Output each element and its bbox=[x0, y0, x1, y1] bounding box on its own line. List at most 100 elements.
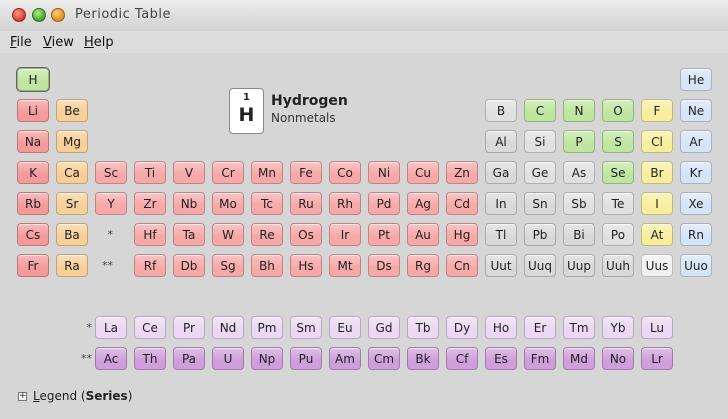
element-s[interactable]: S bbox=[602, 130, 634, 153]
element-rh[interactable]: Rh bbox=[329, 192, 361, 215]
element-po[interactable]: Po bbox=[602, 223, 634, 246]
legend-expand-toggle[interactable]: + bbox=[18, 392, 27, 401]
element-ac[interactable]: Ac bbox=[95, 347, 127, 370]
element-mt[interactable]: Mt bbox=[329, 254, 361, 277]
element-lr[interactable]: Lr bbox=[641, 347, 673, 370]
element-pr[interactable]: Pr bbox=[173, 316, 205, 339]
element-al[interactable]: Al bbox=[485, 130, 517, 153]
element-se[interactable]: Se bbox=[602, 161, 634, 184]
element-fe[interactable]: Fe bbox=[290, 161, 322, 184]
element-f[interactable]: F bbox=[641, 99, 673, 122]
element-ge[interactable]: Ge bbox=[524, 161, 556, 184]
element-ca[interactable]: Ca bbox=[56, 161, 88, 184]
element-uuh[interactable]: Uuh bbox=[602, 254, 634, 277]
element-sg[interactable]: Sg bbox=[212, 254, 244, 277]
element-hg[interactable]: Hg bbox=[446, 223, 478, 246]
element-la[interactable]: La bbox=[95, 316, 127, 339]
menu-help[interactable]: Help bbox=[84, 35, 114, 50]
element-mo[interactable]: Mo bbox=[212, 192, 244, 215]
element-ta[interactable]: Ta bbox=[173, 223, 205, 246]
element-co[interactable]: Co bbox=[329, 161, 361, 184]
element-in[interactable]: In bbox=[485, 192, 517, 215]
element-ho[interactable]: Ho bbox=[485, 316, 517, 339]
element-k[interactable]: K bbox=[17, 161, 49, 184]
element-br[interactable]: Br bbox=[641, 161, 673, 184]
element-cf[interactable]: Cf bbox=[446, 347, 478, 370]
element-ti[interactable]: Ti bbox=[134, 161, 166, 184]
element-sm[interactable]: Sm bbox=[290, 316, 322, 339]
element-ds[interactable]: Ds bbox=[368, 254, 400, 277]
element-cu[interactable]: Cu bbox=[407, 161, 439, 184]
element-hf[interactable]: Hf bbox=[134, 223, 166, 246]
element-no[interactable]: No bbox=[602, 347, 634, 370]
element-pd[interactable]: Pd bbox=[368, 192, 400, 215]
element-dy[interactable]: Dy bbox=[446, 316, 478, 339]
element-u[interactable]: U bbox=[212, 347, 244, 370]
element-ne[interactable]: Ne bbox=[680, 99, 712, 122]
element-er[interactable]: Er bbox=[524, 316, 556, 339]
element-b[interactable]: B bbox=[485, 99, 517, 122]
element-o[interactable]: O bbox=[602, 99, 634, 122]
element-uus[interactable]: Uus bbox=[641, 254, 673, 277]
element-re[interactable]: Re bbox=[251, 223, 283, 246]
element-na[interactable]: Na bbox=[17, 130, 49, 153]
element-bi[interactable]: Bi bbox=[563, 223, 595, 246]
element-si[interactable]: Si bbox=[524, 130, 556, 153]
element-au[interactable]: Au bbox=[407, 223, 439, 246]
zoom-window-button[interactable] bbox=[51, 8, 65, 22]
element-sn[interactable]: Sn bbox=[524, 192, 556, 215]
element-ce[interactable]: Ce bbox=[134, 316, 166, 339]
element-pb[interactable]: Pb bbox=[524, 223, 556, 246]
element-c[interactable]: C bbox=[524, 99, 556, 122]
element-ga[interactable]: Ga bbox=[485, 161, 517, 184]
element-uuo[interactable]: Uuo bbox=[680, 254, 712, 277]
element-am[interactable]: Am bbox=[329, 347, 361, 370]
element-y[interactable]: Y bbox=[95, 192, 127, 215]
element-uuq[interactable]: Uuq bbox=[524, 254, 556, 277]
element-sc[interactable]: Sc bbox=[95, 161, 127, 184]
element-os[interactable]: Os bbox=[290, 223, 322, 246]
element-lu[interactable]: Lu bbox=[641, 316, 673, 339]
element-db[interactable]: Db bbox=[173, 254, 205, 277]
element-cm[interactable]: Cm bbox=[368, 347, 400, 370]
close-window-button[interactable] bbox=[12, 8, 26, 22]
element-rn[interactable]: Rn bbox=[680, 223, 712, 246]
element-fm[interactable]: Fm bbox=[524, 347, 556, 370]
element-uut[interactable]: Uut bbox=[485, 254, 517, 277]
element-eu[interactable]: Eu bbox=[329, 316, 361, 339]
element-n[interactable]: N bbox=[563, 99, 595, 122]
element-tm[interactable]: Tm bbox=[563, 316, 595, 339]
menu-file[interactable]: File bbox=[10, 35, 32, 50]
element-cn[interactable]: Cn bbox=[446, 254, 478, 277]
element-ag[interactable]: Ag bbox=[407, 192, 439, 215]
element-cd[interactable]: Cd bbox=[446, 192, 478, 215]
menu-view[interactable]: View bbox=[43, 35, 74, 50]
element-tl[interactable]: Tl bbox=[485, 223, 517, 246]
element-th[interactable]: Th bbox=[134, 347, 166, 370]
element-pu[interactable]: Pu bbox=[290, 347, 322, 370]
element-bk[interactable]: Bk bbox=[407, 347, 439, 370]
legend-label[interactable]: Legend (Series) bbox=[33, 389, 132, 403]
element-tb[interactable]: Tb bbox=[407, 316, 439, 339]
minimize-window-button[interactable] bbox=[32, 8, 46, 22]
element-rf[interactable]: Rf bbox=[134, 254, 166, 277]
element-pa[interactable]: Pa bbox=[173, 347, 205, 370]
element-tc[interactable]: Tc bbox=[251, 192, 283, 215]
element-w[interactable]: W bbox=[212, 223, 244, 246]
element-kr[interactable]: Kr bbox=[680, 161, 712, 184]
element-bh[interactable]: Bh bbox=[251, 254, 283, 277]
element-nd[interactable]: Nd bbox=[212, 316, 244, 339]
element-mg[interactable]: Mg bbox=[56, 130, 88, 153]
element-ba[interactable]: Ba bbox=[56, 223, 88, 246]
element-pt[interactable]: Pt bbox=[368, 223, 400, 246]
element-ar[interactable]: Ar bbox=[680, 130, 712, 153]
element-md[interactable]: Md bbox=[563, 347, 595, 370]
element-v[interactable]: V bbox=[173, 161, 205, 184]
element-h[interactable]: H bbox=[17, 68, 49, 91]
element-rg[interactable]: Rg bbox=[407, 254, 439, 277]
element-he[interactable]: He bbox=[680, 68, 712, 91]
element-ir[interactable]: Ir bbox=[329, 223, 361, 246]
element-hs[interactable]: Hs bbox=[290, 254, 322, 277]
element-fr[interactable]: Fr bbox=[17, 254, 49, 277]
element-li[interactable]: Li bbox=[17, 99, 49, 122]
